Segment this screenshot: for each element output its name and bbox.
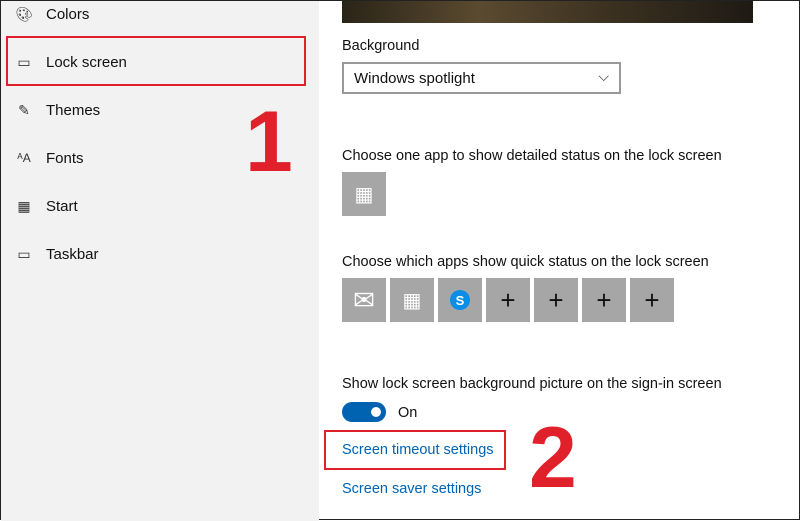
toggle-state-label: On (398, 405, 418, 421)
plus-icon: + (548, 284, 564, 315)
plus-icon: + (500, 284, 516, 315)
chevron-down-icon: ⌵ (598, 68, 609, 84)
lock-screen-preview-image (342, 1, 753, 23)
detailed-status-label: Choose one app to show detailed status o… (342, 148, 722, 164)
quick-status-add-tile[interactable]: + (486, 278, 530, 322)
background-dropdown[interactable]: Windows spotlight ⌵ (342, 62, 621, 94)
skype-icon: S (450, 290, 470, 310)
calendar-icon: ▦ (402, 289, 422, 312)
background-label: Background (342, 38, 420, 54)
themes-icon: ✎ (18, 101, 30, 118)
sidebar-item-fonts[interactable]: ᴬA Fonts (13, 146, 83, 170)
sidebar-item-start[interactable]: ▦ Start (13, 194, 77, 218)
plus-icon: + (644, 284, 660, 315)
sidebar-item-taskbar[interactable]: ▭ Taskbar (13, 242, 98, 266)
quick-status-label: Choose which apps show quick status on t… (342, 254, 709, 270)
sidebar-item-themes[interactable]: ✎ Themes (13, 98, 100, 122)
detailed-status-calendar-tile[interactable]: ▦ (342, 172, 386, 216)
start-icon: ▦ (17, 197, 31, 214)
mail-icon: ✉ (353, 284, 375, 315)
highlight-screen-timeout (324, 430, 506, 470)
quick-status-add-tile[interactable]: + (630, 278, 674, 322)
plus-icon: + (596, 284, 612, 315)
quick-status-mail-tile[interactable]: ✉ (342, 278, 386, 322)
quick-status-calendar-tile[interactable]: ▦ (390, 278, 434, 322)
highlight-lock-screen (6, 36, 306, 86)
step-2-label: 2 (529, 410, 577, 506)
palette-icon: 🎨︎ (15, 5, 33, 22)
screen-saver-settings-link[interactable]: Screen saver settings (342, 481, 481, 497)
signin-background-label: Show lock screen background picture on t… (342, 376, 722, 392)
step-1-label: 1 (245, 94, 293, 190)
calendar-icon: ▦ (354, 183, 374, 206)
quick-status-add-tile[interactable]: + (582, 278, 626, 322)
fonts-icon: ᴬA (17, 151, 31, 165)
quick-status-add-tile[interactable]: + (534, 278, 578, 322)
sidebar-item-colors[interactable]: 🎨︎ Colors (13, 2, 89, 26)
signin-background-toggle[interactable] (342, 402, 386, 422)
quick-status-skype-tile[interactable]: S (438, 278, 482, 322)
taskbar-icon: ▭ (17, 245, 31, 262)
